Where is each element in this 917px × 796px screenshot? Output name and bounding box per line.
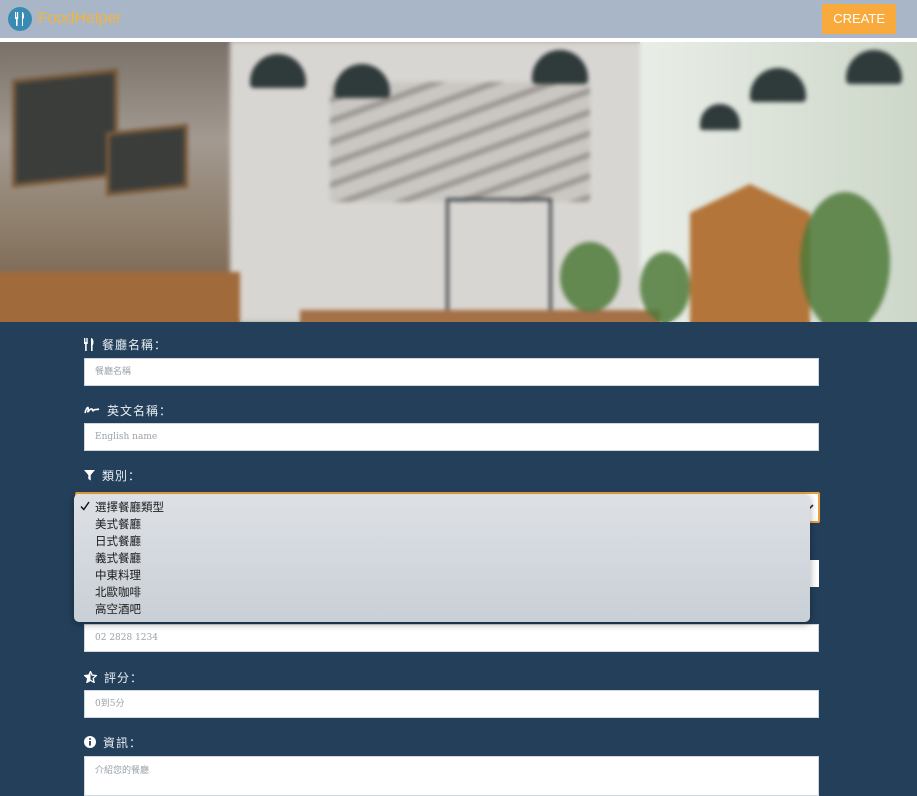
- info-label-text: 資訊：: [103, 735, 143, 750]
- info-label: 資訊：: [84, 732, 142, 752]
- star-half-icon: [84, 671, 97, 683]
- english-name-label-text: 英文名稱：: [107, 403, 173, 418]
- rating-label-text: 評分：: [104, 670, 144, 685]
- create-button[interactable]: CREATE: [822, 4, 896, 34]
- brand[interactable]: FoodHelper: [8, 7, 122, 31]
- top-navbar: FoodHelper CREATE: [0, 0, 917, 38]
- rating-label: 評分：: [84, 667, 143, 687]
- category-option[interactable]: 中東料理: [95, 567, 141, 584]
- utensils-icon: [84, 337, 94, 351]
- english-name-label: 英文名稱：: [84, 400, 172, 420]
- name-label-text: 餐廳名稱：: [102, 337, 168, 352]
- signature-icon: [84, 406, 100, 414]
- english-name-input[interactable]: [84, 423, 819, 451]
- phone-input[interactable]: [84, 624, 819, 652]
- info-textarea[interactable]: [84, 756, 819, 796]
- category-label-text: 類別：: [102, 468, 142, 483]
- hero-banner-image: [0, 42, 917, 322]
- category-option[interactable]: 日式餐廳: [95, 533, 141, 550]
- category-option[interactable]: 美式餐廳: [95, 516, 141, 533]
- info-circle-icon: [84, 736, 96, 748]
- checkmark-icon: [80, 501, 90, 511]
- category-label: 類別：: [84, 465, 141, 485]
- category-option[interactable]: 高空酒吧: [95, 601, 141, 618]
- category-option[interactable]: 北歐咖啡: [95, 584, 141, 601]
- hidden-field-edge: [809, 560, 819, 587]
- category-option[interactable]: 選擇餐廳類型: [95, 499, 164, 516]
- fork-knife-logo-icon: [8, 7, 32, 31]
- brand-name: FoodHelper: [38, 10, 122, 27]
- name-label: 餐廳名稱：: [84, 334, 167, 354]
- filter-icon: [84, 469, 95, 480]
- restaurant-name-input[interactable]: [84, 358, 819, 386]
- rating-input[interactable]: [84, 690, 819, 718]
- category-option[interactable]: 義式餐廳: [95, 550, 141, 567]
- category-dropdown-list: 選擇餐廳類型 美式餐廳 日式餐廳 義式餐廳 中東料理 北歐咖啡 高空酒吧: [74, 494, 810, 622]
